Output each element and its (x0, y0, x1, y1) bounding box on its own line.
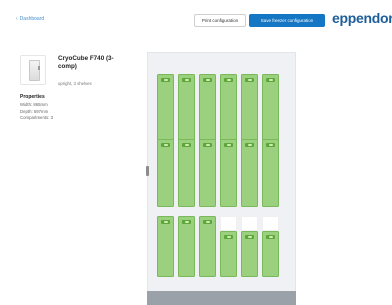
rack-handle-icon (224, 143, 233, 147)
fridge-shape (29, 60, 40, 81)
print-configuration-button[interactable]: Print configuration (194, 14, 246, 27)
fridge-handle (38, 66, 40, 70)
rack-handle-icon (266, 143, 275, 147)
top-bar: ‹ Dashboard Print configuration Save fre… (0, 0, 392, 38)
rack[interactable] (241, 139, 258, 207)
eppendorf-logo: eppendorf (332, 10, 392, 26)
empty-slot[interactable] (241, 216, 258, 231)
rack-handle-icon (266, 235, 275, 239)
rack[interactable] (178, 74, 195, 142)
empty-slot[interactable] (262, 216, 279, 231)
rack-handle-icon (224, 235, 233, 239)
rack[interactable] (178, 139, 195, 207)
rack-handle-icon (161, 78, 170, 82)
rack[interactable] (241, 74, 258, 142)
empty-slot[interactable] (220, 216, 237, 231)
rack-handle-icon (161, 220, 170, 224)
back-link-label: Dashboard (19, 16, 45, 22)
freezer-icon (20, 55, 46, 85)
properties-title: Properties (20, 94, 45, 100)
rack-handle-icon (203, 143, 212, 147)
rack[interactable] (262, 139, 279, 207)
product-subtitle: upright, 3 shelves (58, 81, 92, 86)
rack[interactable] (241, 231, 258, 277)
rack-handle-icon (266, 78, 275, 82)
freezer-base (147, 291, 296, 305)
rack[interactable] (220, 139, 237, 207)
properties-list: Width: 865mm Depth: 597mm Compartments: … (20, 102, 53, 122)
rack[interactable] (157, 74, 174, 142)
product-name: CryoCube F740 (3-comp) (58, 55, 114, 70)
rack[interactable] (262, 231, 279, 277)
save-freezer-configuration-button[interactable]: Save freezer configuration (249, 14, 325, 27)
rack-handle-icon (203, 220, 212, 224)
rack-handle-icon (161, 143, 170, 147)
rack-handle-icon (245, 143, 254, 147)
rack[interactable] (262, 74, 279, 142)
back-to-dashboard-link[interactable]: ‹ Dashboard (16, 16, 44, 22)
rack-handle-icon (182, 143, 191, 147)
rack[interactable] (220, 74, 237, 142)
rack[interactable] (157, 139, 174, 207)
chevron-left-icon: ‹ (16, 16, 18, 22)
rack[interactable] (157, 216, 174, 277)
rack[interactable] (220, 231, 237, 277)
rack-handle-icon (224, 78, 233, 82)
rack-handle-icon (245, 78, 254, 82)
rack[interactable] (199, 139, 216, 207)
property-compartments: Compartments: 3 (20, 115, 53, 120)
rack[interactable] (199, 74, 216, 142)
rack[interactable] (178, 216, 195, 277)
rack-handle-icon (182, 78, 191, 82)
rack-handle-icon (203, 78, 212, 82)
rack[interactable] (199, 216, 216, 277)
rack-handle-icon (245, 235, 254, 239)
drag-handle[interactable] (146, 166, 149, 176)
rack-handle-icon (182, 220, 191, 224)
